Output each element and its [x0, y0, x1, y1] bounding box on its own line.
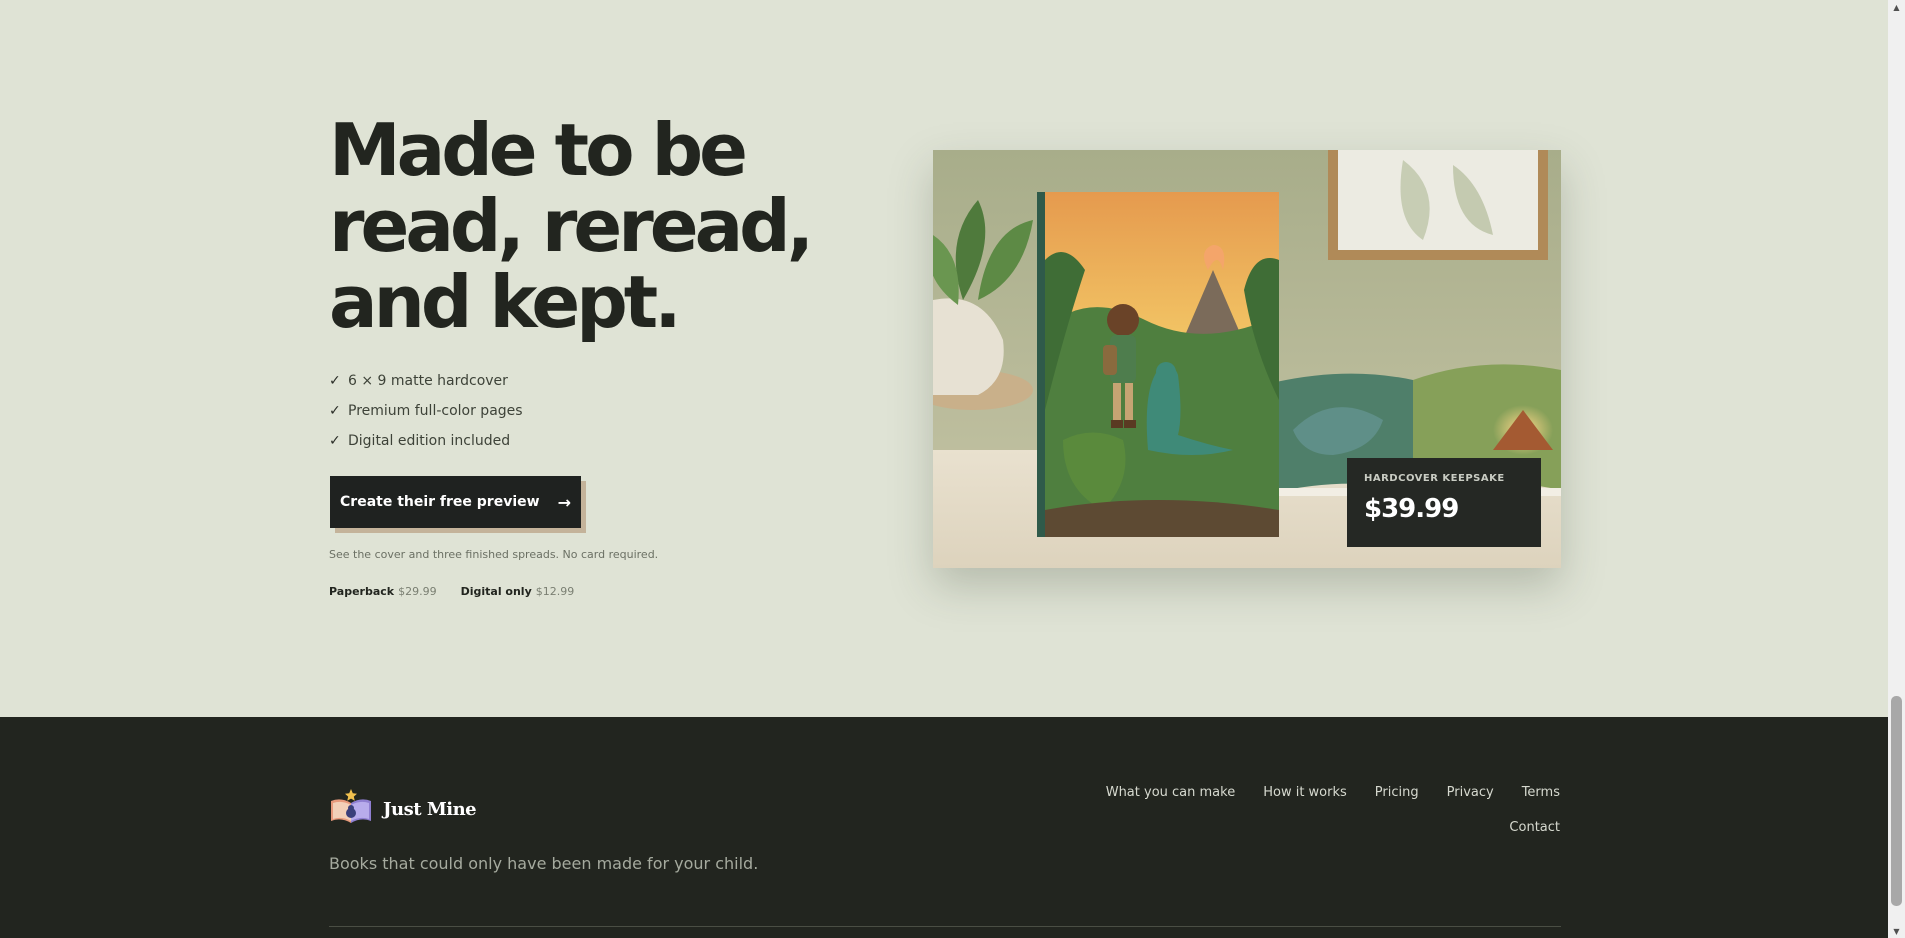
- product-image: HARDCOVER KEEPSAKE $39.99: [933, 150, 1561, 568]
- feature-item: ✓ 6 × 9 matte hardcover: [329, 366, 523, 396]
- feature-item: ✓ Digital edition included: [329, 426, 523, 456]
- cta-note: See the cover and three finished spreads…: [329, 548, 659, 561]
- price-option-amount: $12.99: [535, 585, 575, 598]
- footer-link-how-it-works[interactable]: How it works: [1263, 785, 1347, 800]
- alt-prices: Paperback $29.99 Digital only $12.99: [329, 585, 574, 598]
- feature-item: ✓ Premium full-color pages: [329, 396, 523, 426]
- site-footer: Just Mine Books that could only have bee…: [0, 717, 1888, 938]
- price-option-name: Paperback: [329, 585, 395, 598]
- headline-line: and kept.: [329, 260, 682, 344]
- cta-label: Create their free preview: [340, 494, 540, 510]
- scrollbar-thumb[interactable]: [1891, 696, 1902, 906]
- price-badge: HARDCOVER KEEPSAKE $39.99: [1347, 458, 1541, 547]
- badge-price: $39.99: [1364, 494, 1459, 524]
- hero-section: Made to be read, reread, and kept. ✓ 6 ×…: [0, 0, 1888, 717]
- price-option-amount: $29.99: [398, 585, 437, 598]
- price-option: Paperback $29.99: [329, 585, 437, 598]
- footer-divider: [329, 926, 1561, 927]
- feature-label: 6 × 9 matte hardcover: [348, 373, 508, 389]
- check-icon: ✓: [329, 373, 341, 389]
- open-book-star-icon: [329, 789, 373, 829]
- badge-label: HARDCOVER KEEPSAKE: [1364, 473, 1505, 484]
- price-option: Digital only $12.99: [461, 585, 575, 598]
- feature-label: Digital edition included: [348, 433, 511, 449]
- footer-tagline: Books that could only have been made for…: [329, 854, 759, 873]
- footer-link-contact[interactable]: Contact: [1509, 820, 1560, 835]
- cta-container: Create their free preview →: [330, 476, 586, 533]
- feature-list: ✓ 6 × 9 matte hardcover ✓ Premium full-c…: [329, 366, 523, 456]
- arrow-right-icon: →: [557, 492, 571, 512]
- check-icon: ✓: [329, 433, 341, 449]
- footer-link-what-you-can-make[interactable]: What you can make: [1106, 785, 1236, 800]
- scroll-down-arrow-icon[interactable]: ▼: [1888, 924, 1905, 938]
- footer-brand[interactable]: Just Mine: [329, 789, 477, 829]
- footer-link-terms[interactable]: Terms: [1522, 785, 1560, 800]
- footer-link-privacy[interactable]: Privacy: [1447, 785, 1494, 800]
- headline-line: Made to be: [329, 108, 748, 192]
- headline-line: read, reread,: [329, 184, 814, 268]
- feature-label: Premium full-color pages: [348, 403, 523, 419]
- footer-nav: What you can make How it works Pricing P…: [1060, 785, 1560, 835]
- price-option-name: Digital only: [460, 585, 532, 598]
- page-scrollbar[interactable]: ▲ ▼: [1888, 0, 1905, 938]
- hero-headline: Made to be read, reread, and kept.: [329, 112, 849, 340]
- create-preview-button[interactable]: Create their free preview →: [330, 476, 581, 528]
- brand-name: Just Mine: [383, 798, 477, 820]
- footer-link-pricing[interactable]: Pricing: [1375, 785, 1419, 800]
- check-icon: ✓: [329, 403, 341, 419]
- scroll-up-arrow-icon[interactable]: ▲: [1888, 0, 1905, 14]
